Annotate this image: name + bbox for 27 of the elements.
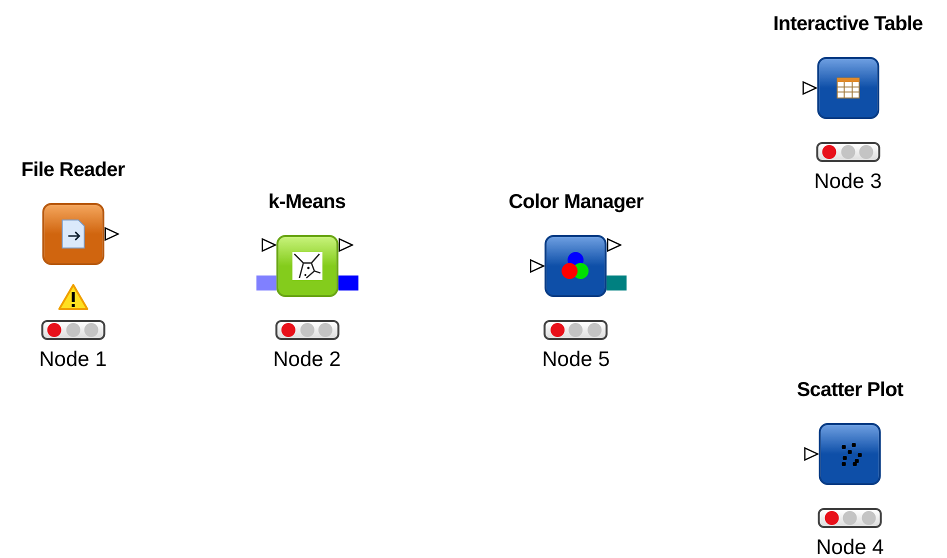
node-label: Node 4: [816, 536, 884, 558]
node-box[interactable]: [545, 235, 607, 297]
cluster-icon: [291, 251, 323, 281]
node-box[interactable]: [819, 423, 881, 485]
node-box[interactable]: [42, 203, 104, 265]
node-box[interactable]: [817, 57, 879, 119]
node-label: Node 1: [39, 348, 107, 372]
port-triangle-icon[interactable]: [802, 81, 817, 95]
port-triangle-icon[interactable]: [104, 227, 119, 241]
node-label: Node 2: [273, 348, 341, 372]
node-title: Color Manager: [508, 190, 644, 214]
model-port[interactable]: [607, 276, 627, 290]
port-triangle-icon[interactable]: [530, 259, 545, 273]
node-label: Node 5: [542, 348, 610, 372]
port-triangle-icon[interactable]: [804, 447, 819, 461]
node-title: Scatter Plot: [796, 378, 904, 402]
node-title: Interactive Table: [773, 12, 923, 36]
port-triangle-icon[interactable]: [607, 238, 622, 252]
node-label: Node 3: [814, 170, 882, 194]
node-title: k-Means: [268, 190, 346, 214]
port-triangle-icon[interactable]: [261, 238, 276, 252]
file-arrow-icon: [60, 219, 86, 249]
node-box[interactable]: [276, 235, 338, 297]
model-port[interactable]: [256, 276, 276, 290]
node-title: File Reader: [21, 158, 125, 182]
port-triangle-icon[interactable]: [338, 238, 353, 252]
table-icon: [836, 77, 860, 99]
